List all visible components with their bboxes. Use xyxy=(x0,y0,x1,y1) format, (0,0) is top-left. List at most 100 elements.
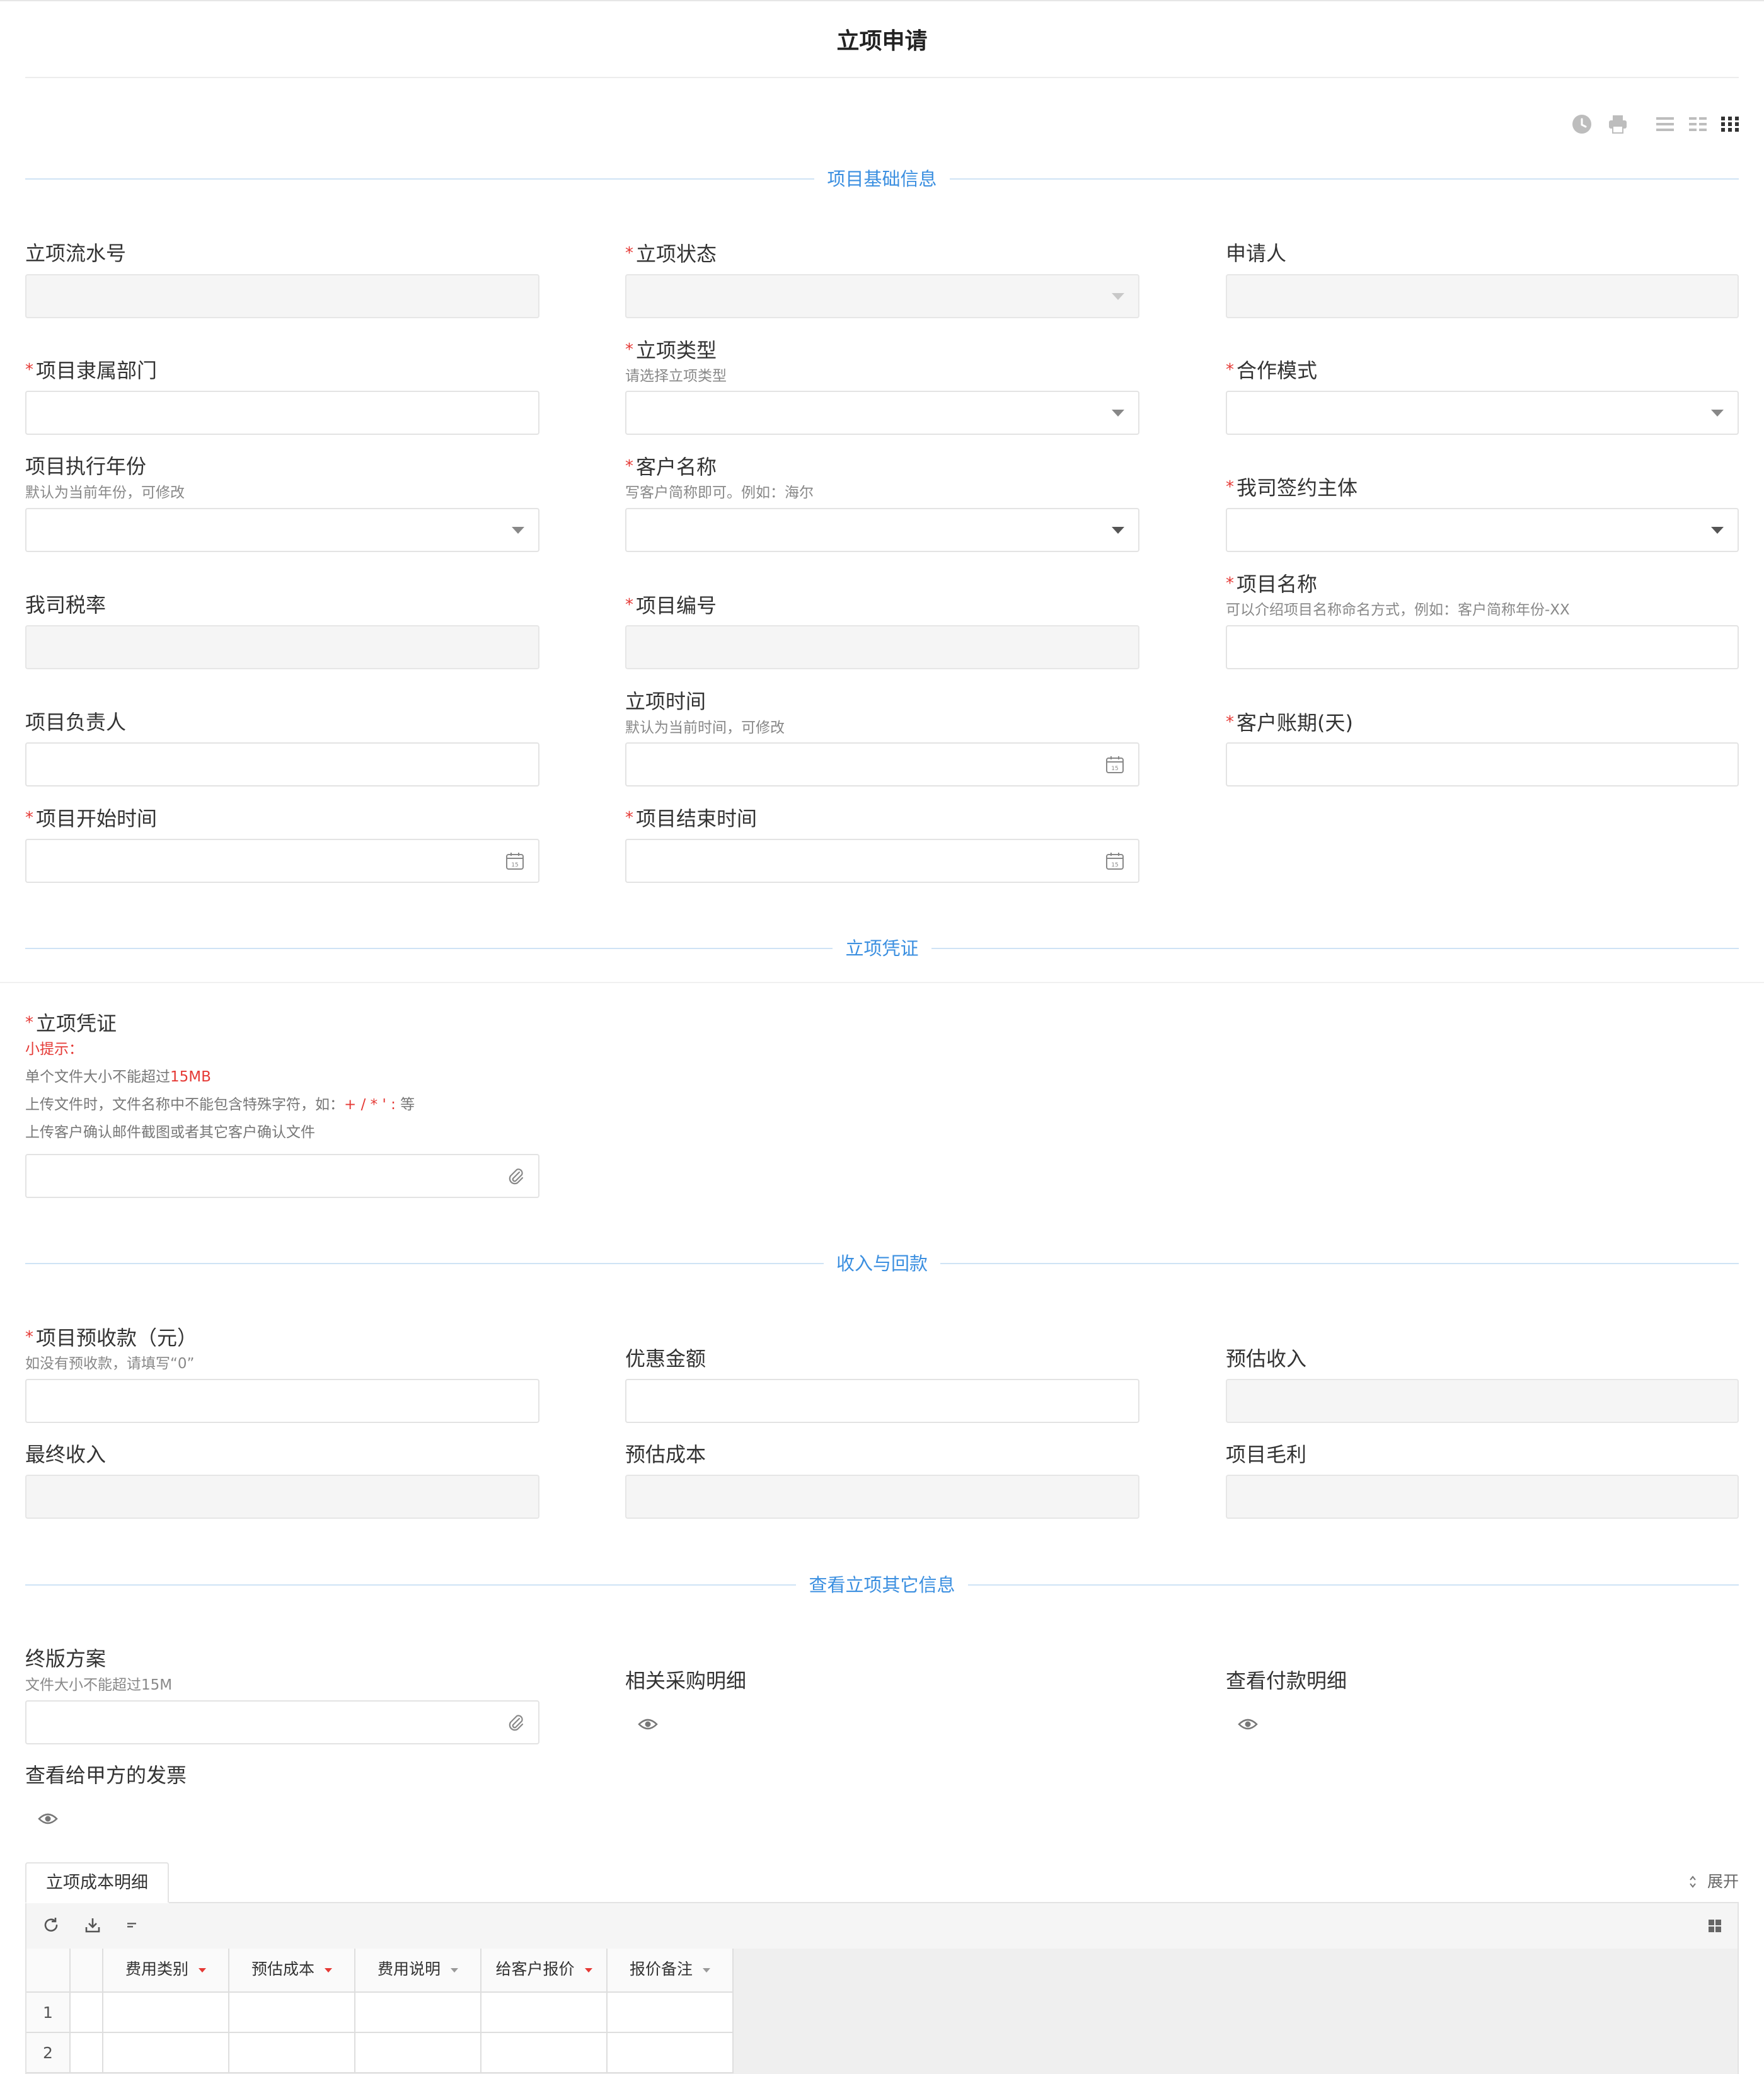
final-plan-upload[interactable] xyxy=(25,1700,539,1744)
voucher-tip-size: 单个文件大小不能超过15MB xyxy=(25,1069,211,1085)
column-menu-icon[interactable] xyxy=(451,1968,458,1973)
row-select-cell[interactable] xyxy=(71,1993,103,2033)
gross-profit-label: 项目毛利 xyxy=(1226,1443,1307,1466)
column-header-label: 预估成本 xyxy=(251,1960,314,1978)
chevron-down-icon xyxy=(1112,293,1124,300)
eye-icon[interactable] xyxy=(38,1812,58,1826)
proj-name-input[interactable] xyxy=(1226,625,1739,669)
entity-select[interactable] xyxy=(1226,508,1739,552)
coop-mode-select[interactable] xyxy=(1226,391,1739,435)
table-cell[interactable] xyxy=(608,1993,734,2033)
section-title: 立项凭证 xyxy=(833,938,931,959)
exec-year-select[interactable] xyxy=(25,508,539,552)
row-select-cell[interactable] xyxy=(71,2033,103,2073)
table-cell[interactable] xyxy=(229,1993,355,2033)
download-icon[interactable] xyxy=(83,1916,102,1935)
cost-detail-table: 费用类别 预估成本 费用说明 给客户报价 报价备注 1 2 xyxy=(25,1949,1739,2074)
column-header[interactable]: 报价备注 xyxy=(608,1949,734,1993)
section-title: 项目基础信息 xyxy=(814,168,950,190)
table-cell[interactable] xyxy=(229,2033,355,2073)
layout-three-column-icon[interactable] xyxy=(1719,113,1741,135)
est-cost-label: 预估成本 xyxy=(625,1443,706,1466)
expand-label: 展开 xyxy=(1707,1872,1739,1891)
tax-rate-input[interactable] xyxy=(25,625,539,669)
voucher-tip-files: 上传客户确认邮件截图或者其它客户确认文件 xyxy=(25,1124,315,1141)
paperclip-icon[interactable] xyxy=(505,1167,527,1188)
start-time-input[interactable]: 15 xyxy=(25,839,539,883)
column-menu-icon[interactable] xyxy=(703,1968,710,1973)
type-select[interactable] xyxy=(625,391,1139,435)
table-cell[interactable] xyxy=(355,1993,481,2033)
proj-no-label: * 项目编号 xyxy=(625,594,717,618)
layout-two-column-icon[interactable] xyxy=(1687,113,1709,135)
layout-one-column-icon[interactable] xyxy=(1654,113,1676,135)
clock-icon[interactable] xyxy=(1571,113,1593,135)
table-cell[interactable] xyxy=(481,1993,608,2033)
final-income-input[interactable] xyxy=(25,1475,539,1519)
column-header-label: 费用说明 xyxy=(377,1960,441,1978)
manager-input[interactable] xyxy=(25,742,539,786)
table-cell[interactable] xyxy=(103,2033,229,2073)
column-header-label: 给客户报价 xyxy=(495,1960,575,1978)
gross-profit-input[interactable] xyxy=(1226,1475,1739,1519)
expand-toggle[interactable]: 展开 xyxy=(1688,1870,1739,1893)
column-menu-icon[interactable] xyxy=(325,1968,332,1973)
column-header[interactable]: 费用类别 xyxy=(103,1949,229,1993)
account-period-label: * 客户账期(天) xyxy=(1226,711,1353,735)
account-period-input[interactable] xyxy=(1226,742,1739,786)
columns-setting-icon[interactable] xyxy=(1707,1918,1722,1933)
est-income-label: 预估收入 xyxy=(1226,1347,1307,1371)
table-cell[interactable] xyxy=(481,2033,608,2073)
paperclip-icon[interactable] xyxy=(505,1713,527,1734)
select-column-header[interactable] xyxy=(71,1949,103,1993)
exec-year-hint: 默认为当前年份，可修改 xyxy=(25,485,185,501)
project-application-form: 立项申请 项目基础信息 立项流水号 * 立项状态 申请人 * 项目隶属部门 * 立项类… xyxy=(0,0,1764,2074)
section-divider xyxy=(0,982,1764,983)
column-menu-icon[interactable] xyxy=(199,1968,206,1973)
tab-cost-detail[interactable]: 立项成本明细 xyxy=(25,1862,169,1903)
dept-input[interactable] xyxy=(25,391,539,435)
column-header[interactable]: 费用说明 xyxy=(355,1949,481,1993)
eye-icon[interactable] xyxy=(1238,1717,1258,1731)
calendar-icon[interactable]: 15 xyxy=(505,851,524,870)
est-cost-input[interactable] xyxy=(625,1475,1139,1519)
customer-hint: 写客户简称即可。例如：海尔 xyxy=(625,485,814,501)
final-income-label: 最终收入 xyxy=(25,1443,107,1466)
status-label: * 立项状态 xyxy=(625,242,717,266)
refresh-icon[interactable] xyxy=(42,1916,61,1935)
end-time-input[interactable]: 15 xyxy=(625,839,1139,883)
entity-label: * 我司签约主体 xyxy=(1226,476,1358,500)
status-select[interactable] xyxy=(625,274,1139,318)
sort-lines-icon[interactable] xyxy=(126,1918,140,1932)
table-cell[interactable] xyxy=(355,2033,481,2073)
end-time-label: * 项目结束时间 xyxy=(625,807,758,831)
table-cell[interactable] xyxy=(103,1993,229,2033)
table-toolbar xyxy=(25,1903,1739,1949)
section-basic-info: 项目基础信息 xyxy=(25,165,1739,193)
applicant-input[interactable] xyxy=(1226,274,1739,318)
eye-icon[interactable] xyxy=(638,1717,658,1731)
purchase-detail-label: 相关采购明细 xyxy=(625,1669,747,1693)
voucher-label: * 立项凭证 xyxy=(25,1011,117,1035)
prepay-input[interactable] xyxy=(25,1379,539,1423)
svg-text:15: 15 xyxy=(511,862,518,868)
calendar-icon[interactable]: 15 xyxy=(1105,755,1124,774)
voucher-tip-chars: 上传文件时，文件名称中不能包含特殊字符，如：+ / * ' : 等 xyxy=(25,1097,415,1113)
column-header[interactable]: 给客户报价 xyxy=(481,1949,608,1993)
svg-text:15: 15 xyxy=(1111,862,1118,868)
print-icon[interactable] xyxy=(1607,113,1629,135)
customer-select[interactable] xyxy=(625,508,1139,552)
voucher-upload[interactable] xyxy=(25,1154,539,1198)
coop-mode-label: * 合作模式 xyxy=(1226,359,1318,383)
est-income-input[interactable] xyxy=(1226,1379,1739,1423)
column-header[interactable]: 预估成本 xyxy=(229,1949,355,1993)
voucher-tip-title: 小提示： xyxy=(25,1041,83,1057)
proj-no-input[interactable] xyxy=(625,625,1139,669)
discount-input[interactable] xyxy=(625,1379,1139,1423)
created-time-input[interactable]: 15 xyxy=(625,742,1139,786)
column-menu-icon[interactable] xyxy=(584,1968,592,1973)
table-cell[interactable] xyxy=(608,2033,734,2073)
calendar-icon[interactable]: 15 xyxy=(1105,851,1124,870)
chevron-down-icon xyxy=(1711,410,1724,417)
serial-no-input[interactable] xyxy=(25,274,539,318)
